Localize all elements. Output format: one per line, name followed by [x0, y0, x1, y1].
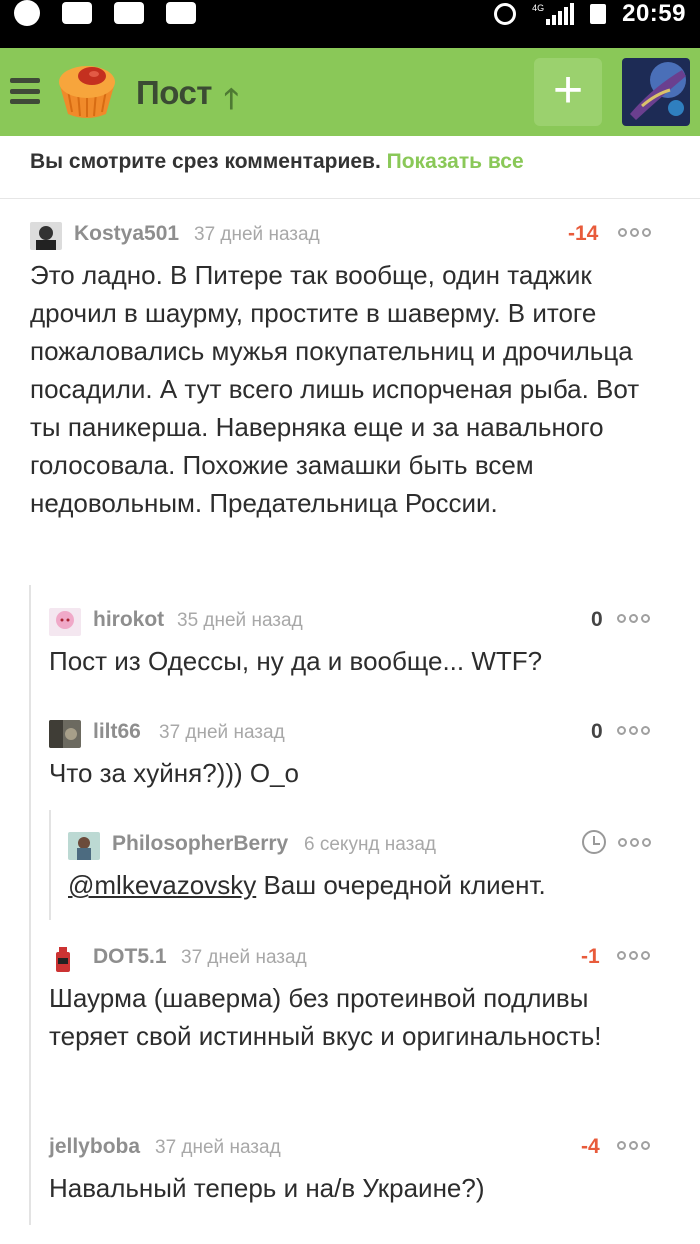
menu-icon[interactable] [10, 78, 40, 104]
comment-rating: 0 [591, 720, 603, 743]
avatar[interactable] [49, 720, 81, 748]
image-icon [62, 2, 92, 24]
comment: jellyboba 37 дней назад -4 Навальный теп… [49, 1133, 669, 1207]
comment-time: 37 дней назад [194, 224, 320, 245]
clock-time: 20:59 [622, 0, 686, 27]
more-icon[interactable] [618, 228, 651, 237]
thread-line [29, 585, 31, 1225]
comment-rating: -14 [568, 222, 599, 245]
comment-time: 37 дней назад [155, 1137, 281, 1158]
comment-time: 6 секунд назад [304, 834, 437, 855]
comment: hirokot 35 дней назад 0 Пост из Одессы, … [49, 606, 669, 680]
comment-text: Пост из Одессы, ну да и вообще... WTF? [49, 646, 543, 676]
more-icon[interactable] [617, 614, 650, 623]
comment-time: 35 дней назад [177, 610, 303, 631]
comment-text-body: Ваш очередной клиент. [256, 870, 546, 900]
comment: DOT5.1 37 дней назад -1 Шаурма (шаверма)… [49, 943, 669, 1055]
comment: Kostya501 37 дней назад -14 Это ладно. В… [30, 220, 670, 522]
clock-icon [582, 830, 606, 854]
page-title: Пост [136, 74, 212, 111]
mention-link[interactable]: @mlkevazovsky [68, 870, 256, 900]
more-icon[interactable] [617, 951, 650, 960]
comment-text: Что за хуйня?))) О_о [49, 758, 299, 788]
comment-time: 37 дней назад [181, 947, 307, 968]
battery-icon [590, 4, 607, 24]
notice-text: Вы смотрите срез комментариев. [30, 150, 381, 173]
app-header: Пост 🡑 + [0, 48, 700, 136]
comment-text: Шаурма (шаверма) без протеинвой подливы … [49, 983, 602, 1051]
avatar[interactable] [49, 945, 81, 973]
comment-rating: -4 [581, 1135, 600, 1158]
add-post-button[interactable]: + [534, 58, 602, 126]
avatar[interactable] [49, 608, 81, 636]
comment-rating: 0 [591, 608, 603, 631]
more-icon[interactable] [618, 838, 651, 847]
comment-text: Навальный теперь и на/в Украине?) [49, 1173, 485, 1203]
avatar[interactable] [30, 222, 62, 250]
divider [0, 198, 700, 199]
comment-username[interactable]: DOT5.1 [93, 945, 167, 969]
comment-text: @mlkevazovsky Ваш очередной клиент. [68, 866, 668, 904]
thread-line [49, 810, 51, 920]
comment-time: 37 дней назад [159, 722, 285, 743]
comment: PhilosopherBerry 6 секунд назад @mlkevaz… [68, 830, 668, 904]
status-bar: 4G 20:59 [0, 0, 700, 48]
comment-username[interactable]: lilt66 [93, 720, 141, 744]
comments-slice-notice: Вы смотрите срез комментариев. Показать … [30, 150, 524, 174]
more-icon[interactable] [617, 726, 650, 735]
comment-username[interactable]: PhilosopherBerry [112, 832, 288, 856]
mail-icon [114, 2, 144, 24]
comment: lilt66 37 дней назад 0 Что за хуйня?))) … [49, 718, 669, 792]
more-icon[interactable] [617, 1141, 650, 1150]
alarm-icon [494, 3, 517, 25]
comment-text: Это ладно. В Питере так вообще, один тад… [30, 260, 640, 518]
network-type: 4G [532, 3, 545, 13]
show-all-link[interactable]: Показать все [387, 150, 524, 173]
whatsapp-icon [14, 0, 40, 26]
pikabu-logo[interactable] [56, 62, 118, 120]
comment-rating: -1 [581, 945, 600, 968]
youtube-icon [166, 2, 196, 24]
comment-username[interactable]: hirokot [93, 608, 164, 632]
comment-username[interactable]: jellyboba [49, 1135, 140, 1159]
signal-icon: 4G [532, 3, 575, 25]
avatar[interactable] [68, 832, 100, 860]
comment-username[interactable]: Kostya501 [74, 222, 179, 246]
arrow-up-icon[interactable]: 🡑 [224, 78, 239, 126]
user-avatar[interactable] [622, 58, 690, 126]
